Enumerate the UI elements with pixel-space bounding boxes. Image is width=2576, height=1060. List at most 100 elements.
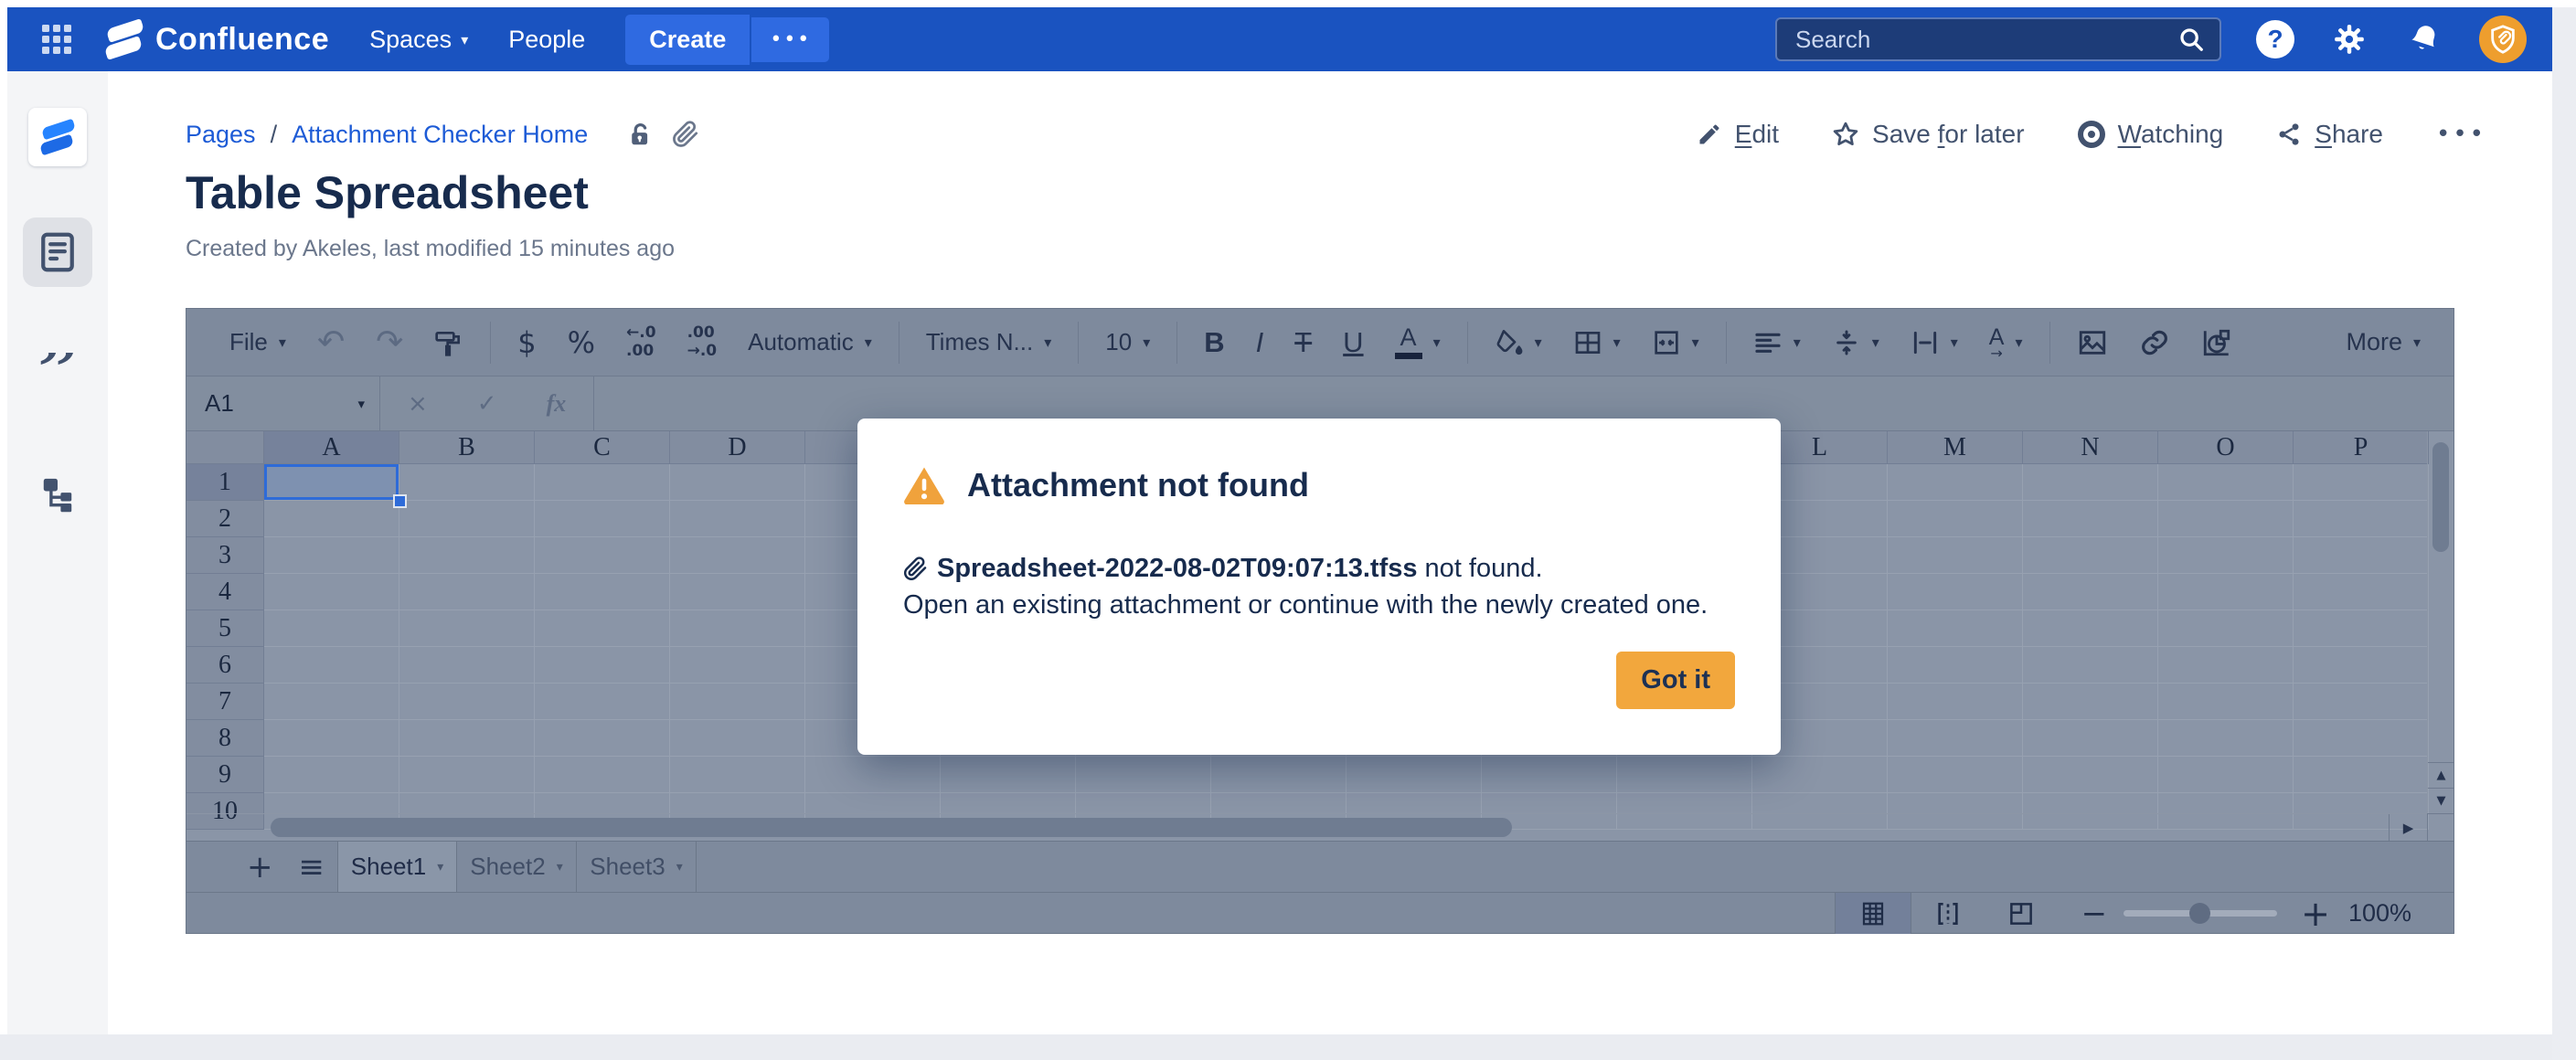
sheet-list-menu-button[interactable]: ≡ xyxy=(299,852,325,883)
column-header-B[interactable]: B xyxy=(399,431,535,464)
cell-A5[interactable] xyxy=(264,610,399,647)
cell-N9[interactable] xyxy=(2023,757,2158,793)
cell-N7[interactable] xyxy=(2023,684,2158,720)
cell-L9[interactable] xyxy=(1752,757,1888,793)
font-size-dropdown[interactable]: 10 ▾ xyxy=(1105,328,1150,356)
insert-chart-button[interactable] xyxy=(2201,327,2232,358)
vertical-align-button[interactable]: ▾ xyxy=(1832,328,1879,357)
header-more-button[interactable]: ••• xyxy=(750,17,829,62)
column-header-C[interactable]: C xyxy=(535,431,670,464)
cell-N2[interactable] xyxy=(2023,501,2158,537)
breadcrumb-current-link[interactable]: Attachment Checker Home xyxy=(292,121,588,149)
horizontal-scrollbar-thumb[interactable] xyxy=(271,818,1512,837)
cell-O9[interactable] xyxy=(2158,757,2294,793)
cell-D4[interactable] xyxy=(670,574,805,610)
cell-M2[interactable] xyxy=(1888,501,2023,537)
breadcrumb-pages-link[interactable]: Pages xyxy=(186,121,256,149)
cell-D2[interactable] xyxy=(670,501,805,537)
cell-N1[interactable] xyxy=(2023,464,2158,501)
accept-entry-icon[interactable]: ✓ xyxy=(477,390,497,418)
cell-C8[interactable] xyxy=(535,720,670,757)
help-icon[interactable]: ? xyxy=(2256,20,2294,58)
cell-P1[interactable] xyxy=(2294,464,2429,501)
horizontal-scrollbar[interactable]: ▶ xyxy=(186,813,2427,841)
decrease-decimal-button[interactable]: ←.0.00 xyxy=(626,324,656,360)
cancel-entry-icon[interactable]: × xyxy=(408,390,428,418)
scroll-up-button[interactable]: ▲ xyxy=(2428,762,2454,788)
cell-A3[interactable] xyxy=(264,537,399,574)
cell-C5[interactable] xyxy=(535,610,670,647)
row-header-6[interactable]: 6 xyxy=(186,647,264,684)
text-wrap-button[interactable]: ▾ xyxy=(1911,328,1958,357)
row-header-9[interactable]: 9 xyxy=(186,757,264,793)
column-header-P[interactable]: P xyxy=(2294,431,2429,464)
cell-C7[interactable] xyxy=(535,684,670,720)
sheet-tab-Sheet3[interactable]: Sheet3▾ xyxy=(577,842,697,892)
space-logo[interactable] xyxy=(28,108,87,166)
zoom-slider[interactable] xyxy=(2124,910,2277,917)
cell-C4[interactable] xyxy=(535,574,670,610)
cell-M4[interactable] xyxy=(1888,574,2023,610)
text-color-button[interactable]: A ▾ xyxy=(1395,325,1441,359)
cell-M6[interactable] xyxy=(1888,647,2023,684)
cell-B5[interactable] xyxy=(399,610,535,647)
bold-button[interactable]: B xyxy=(1204,326,1224,359)
row-header-2[interactable]: 2 xyxy=(186,501,264,537)
scroll-down-button[interactable]: ▼ xyxy=(2428,788,2454,813)
got-it-button[interactable]: Got it xyxy=(1616,652,1735,709)
cell-C9[interactable] xyxy=(535,757,670,793)
browser-scrollbar-track[interactable] xyxy=(2552,7,2576,1060)
italic-button[interactable]: I xyxy=(1256,326,1264,359)
cell-O3[interactable] xyxy=(2158,537,2294,574)
cell-N5[interactable] xyxy=(2023,610,2158,647)
zoom-out-button[interactable]: − xyxy=(2081,896,2108,932)
row-header-4[interactable]: 4 xyxy=(186,574,264,610)
nav-people[interactable]: People xyxy=(508,26,585,54)
insert-link-button[interactable] xyxy=(2139,327,2170,358)
search-input[interactable] xyxy=(1795,26,2177,54)
unlock-icon[interactable] xyxy=(626,121,654,148)
cell-D7[interactable] xyxy=(670,684,805,720)
cell-H9[interactable] xyxy=(1211,757,1347,793)
cell-C1[interactable] xyxy=(535,464,670,501)
cell-N6[interactable] xyxy=(2023,647,2158,684)
vertical-scrollbar[interactable]: ▲ ▼ xyxy=(2427,431,2454,813)
cell-A2[interactable] xyxy=(264,501,399,537)
cell-D6[interactable] xyxy=(670,647,805,684)
cell-M9[interactable] xyxy=(1888,757,2023,793)
app-switcher-icon[interactable] xyxy=(42,25,71,54)
undo-button[interactable]: ↶ xyxy=(317,323,345,361)
cell-G9[interactable] xyxy=(1076,757,1211,793)
cell-B3[interactable] xyxy=(399,537,535,574)
cell-D9[interactable] xyxy=(670,757,805,793)
increase-decimal-button[interactable]: .00→.0 xyxy=(687,324,718,360)
cell-P7[interactable] xyxy=(2294,684,2429,720)
row-header-1[interactable]: 1 xyxy=(186,464,264,501)
underline-button[interactable]: U xyxy=(1343,326,1363,359)
cell-K9[interactable] xyxy=(1617,757,1752,793)
share-button[interactable]: Share xyxy=(2276,120,2383,149)
page-layout-view-button[interactable] xyxy=(1992,900,2050,928)
vertical-scrollbar-thumb[interactable] xyxy=(2432,442,2449,552)
cell-F9[interactable] xyxy=(941,757,1076,793)
cell-D5[interactable] xyxy=(670,610,805,647)
add-sheet-button[interactable]: + xyxy=(247,852,273,883)
sheet-tab-Sheet2[interactable]: Sheet2▾ xyxy=(457,842,577,892)
cell-M3[interactable] xyxy=(1888,537,2023,574)
horizontal-align-button[interactable]: ▾ xyxy=(1753,328,1801,357)
cell-B2[interactable] xyxy=(399,501,535,537)
create-button[interactable]: Create xyxy=(625,15,750,65)
name-box[interactable]: A1 ▾ xyxy=(186,376,380,430)
cell-C6[interactable] xyxy=(535,647,670,684)
cell-O1[interactable] xyxy=(2158,464,2294,501)
column-header-M[interactable]: M xyxy=(1888,431,2023,464)
cell-O2[interactable] xyxy=(2158,501,2294,537)
cell-N3[interactable] xyxy=(2023,537,2158,574)
text-rotation-button[interactable]: A → ▾ xyxy=(1989,326,2023,358)
save-for-later-button[interactable]: Save for later xyxy=(1832,120,2025,149)
sheet-tab-Sheet1[interactable]: Sheet1▾ xyxy=(337,842,457,892)
cell-B8[interactable] xyxy=(399,720,535,757)
normal-view-button[interactable] xyxy=(1835,893,1911,934)
row-header-3[interactable]: 3 xyxy=(186,537,264,574)
cell-N8[interactable] xyxy=(2023,720,2158,757)
